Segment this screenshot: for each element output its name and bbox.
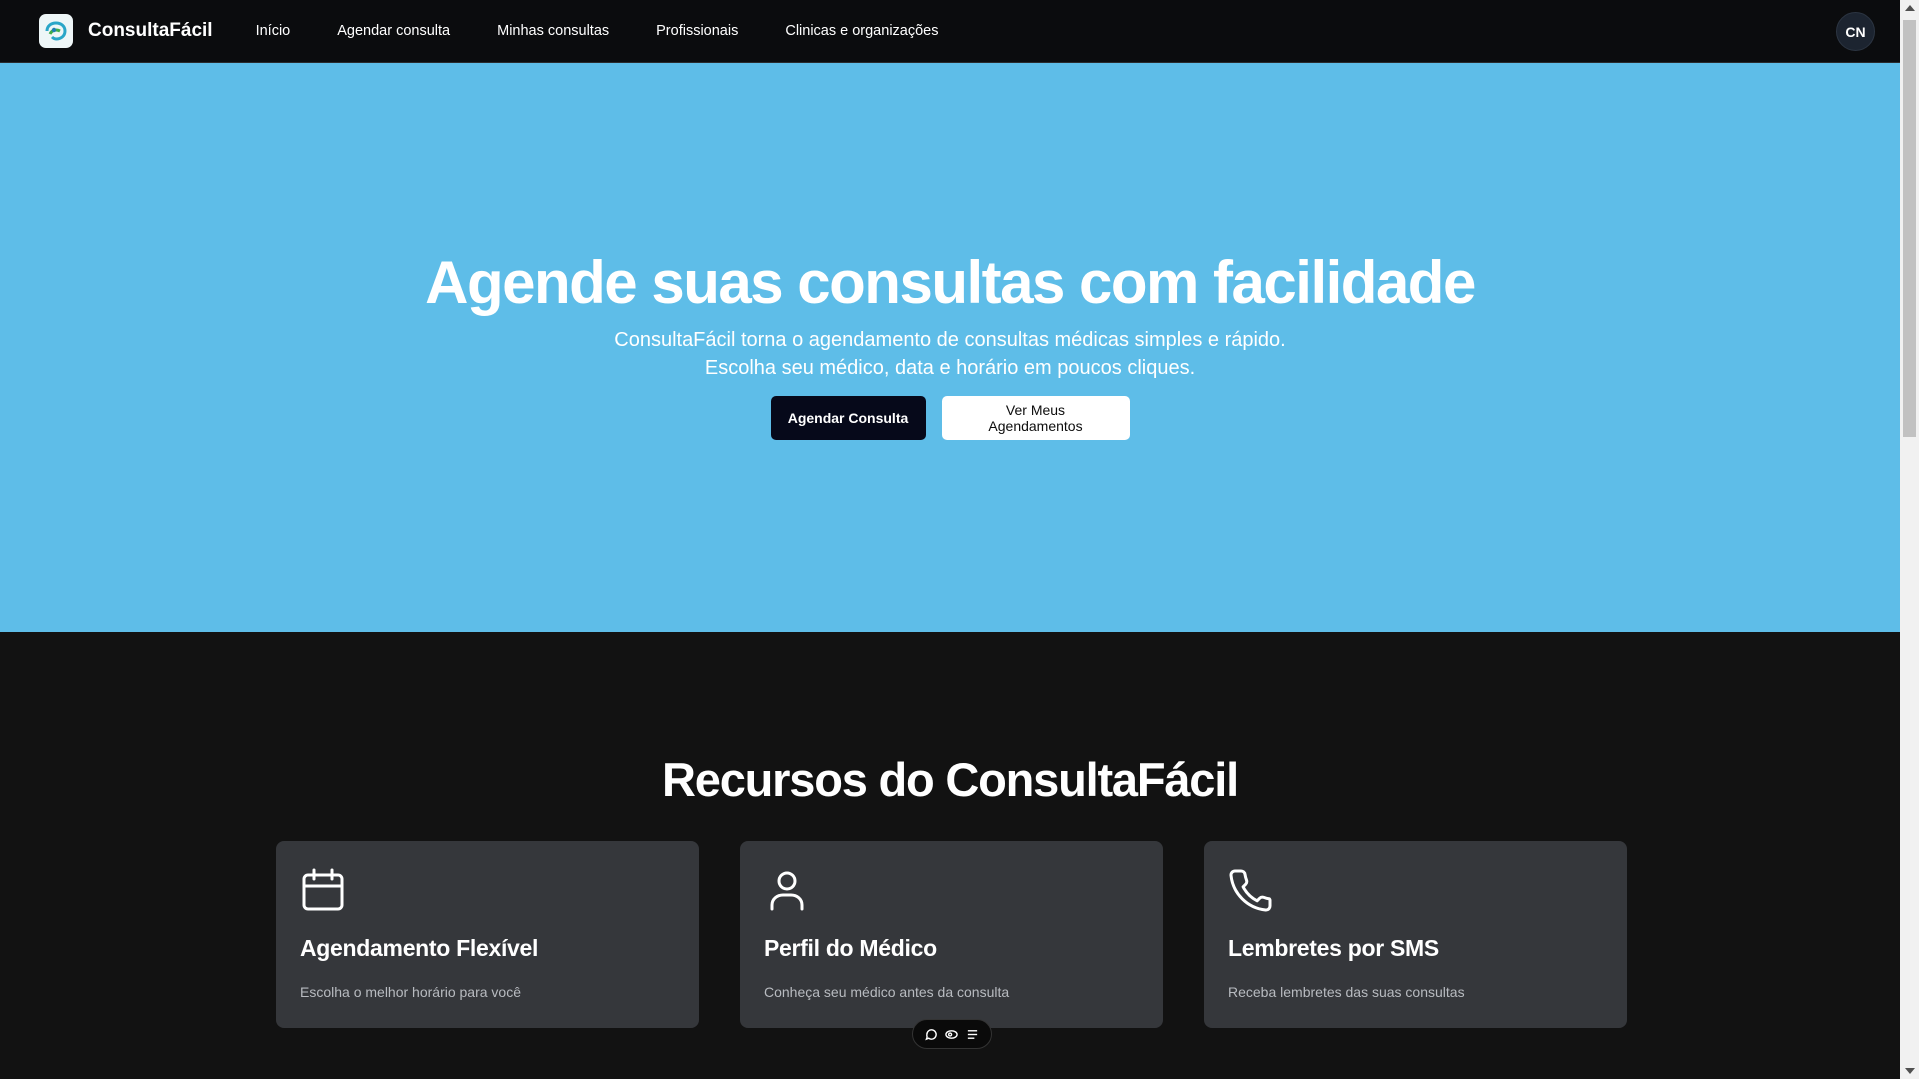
hero-subtitle-line-1: ConsultaFácil torna o agendamento de con… [614, 329, 1286, 351]
nav-link-minhas-consultas[interactable]: Minhas consultas [497, 23, 609, 39]
feature-card-title: Lembretes por SMS [1228, 935, 1439, 961]
nav-link-profissionais[interactable]: Profissionais [656, 23, 738, 39]
page-scrollbar[interactable] [1900, 0, 1919, 1079]
ver-agendamentos-button[interactable]: Ver Meus Agendamentos [941, 396, 1130, 440]
brand-logo-icon [39, 14, 73, 48]
nav-link-inicio[interactable]: Início [256, 23, 291, 39]
scroll-up-icon[interactable] [1905, 5, 1915, 11]
brand[interactable]: ConsultaFácil [39, 14, 213, 48]
scroll-down-icon[interactable] [1905, 1068, 1915, 1074]
feature-cards: Agendamento Flexível Escolha o melhor ho… [276, 841, 1627, 1028]
hero-buttons: Agendar Consulta Ver Meus Agendamentos [0, 396, 1900, 440]
agendar-consulta-button[interactable]: Agendar Consulta [770, 396, 926, 440]
nav-link-agendar-consulta[interactable]: Agendar consulta [337, 23, 450, 39]
chat-icon[interactable] [923, 1026, 939, 1042]
floating-toolbar [912, 1019, 992, 1049]
features-title: Recursos do ConsultaFácil [662, 753, 1239, 806]
hero-title: Agende suas consultas com facilidade [425, 249, 1476, 316]
brand-name: ConsultaFácil [88, 20, 213, 41]
phone-icon [1229, 869, 1272, 912]
hero-subtitle-line-2: Escolha seu médico, data e horário em po… [704, 357, 1196, 379]
scrollbar-thumb[interactable] [1903, 20, 1916, 437]
feature-card-perfil: Perfil do Médico Conheça seu médico ante… [740, 841, 1163, 1028]
list-icon[interactable] [965, 1026, 981, 1042]
hero-subtitle: ConsultaFácil torna o agendamento de con… [0, 326, 1900, 382]
hero-section: Agende suas consultas com facilidade Con… [0, 63, 1900, 632]
nav-links: Início Agendar consulta Minhas consultas… [256, 23, 986, 39]
feature-card-lembretes: Lembretes por SMS Receba lembretes das s… [1204, 841, 1627, 1028]
user-avatar[interactable]: CN [1836, 12, 1875, 51]
feature-card-description: Receba lembretes das suas consultas [1228, 984, 1465, 1000]
top-navbar: ConsultaFácil Início Agendar consulta Mi… [0, 0, 1900, 63]
feature-card-description: Conheça seu médico antes da consulta [764, 984, 1010, 1000]
calendar-icon [302, 868, 344, 911]
feature-card-title: Perfil do Médico [764, 935, 937, 961]
user-icon [770, 871, 804, 911]
feature-card-agendamento: Agendamento Flexível Escolha o melhor ho… [276, 841, 699, 1028]
eye-icon[interactable] [944, 1026, 960, 1042]
feature-card-title: Agendamento Flexível [300, 935, 539, 961]
nav-link-clinicas[interactable]: Clinicas e organizações [785, 23, 938, 39]
feature-card-description: Escolha o melhor horário para você [300, 984, 522, 1000]
